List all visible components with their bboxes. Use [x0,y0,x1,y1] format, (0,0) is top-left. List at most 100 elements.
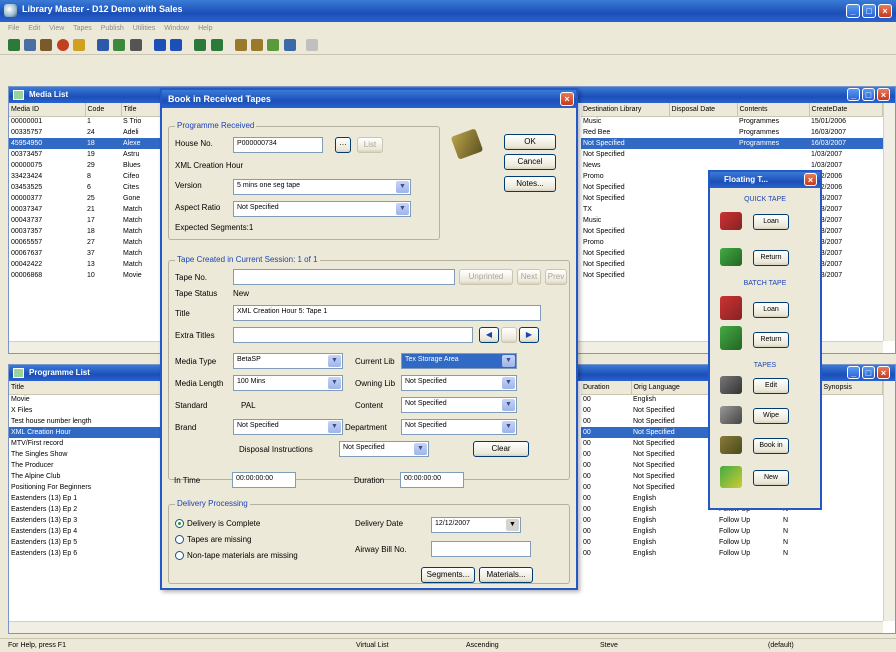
programme-row[interactable]: X Files [9,405,161,416]
col-code[interactable]: Code [85,103,122,117]
programme-list-hscrollbar[interactable] [9,621,883,633]
media-row[interactable]: 00065557 27 Match [9,237,161,248]
house-no-lookup-button[interactable]: … [335,137,351,153]
programme-row[interactable]: Positioning For Beginners [9,482,161,493]
programme-row[interactable]: Test house number length [9,416,161,427]
new-tape-icon[interactable] [283,39,296,51]
in-time-input[interactable]: 00:00:00:00 [232,472,296,488]
programme-row[interactable]: Eastenders (13) Ep 2 [9,504,161,515]
col-media-id[interactable]: Media ID [9,103,86,117]
col-programme-title[interactable]: Title [9,381,161,395]
content-select[interactable]: Not Specified ▼ [401,397,517,413]
return-icon[interactable] [170,39,183,51]
media-row[interactable]: 00373457 19 Astru [9,149,161,160]
col-contents[interactable]: Contents [737,103,810,117]
menu-utilities[interactable]: Utilities [133,25,156,32]
menu-help[interactable]: Help [198,25,212,32]
new-tape-button[interactable]: New [753,470,789,486]
list-icon[interactable] [129,39,142,51]
col-disposal-date[interactable]: Disposal Date [669,103,738,117]
maximize-button[interactable]: □ [862,4,876,18]
ok-button[interactable]: OK [504,134,556,150]
media-row[interactable]: 00037347 21 Match [9,204,161,215]
airway-bill-input[interactable] [431,541,531,557]
programme-list-scrollbar[interactable] [883,381,895,621]
media-row[interactable]: 45954950 18 Alexe [9,138,161,149]
menu-file[interactable]: File [8,25,19,32]
col-orig-language[interactable]: Orig Language [631,381,718,395]
media-row[interactable]: 00000075 29 Blues [9,160,161,171]
programme-list-minimize[interactable]: _ [847,366,860,379]
media-row[interactable]: 00042422 13 Match [9,259,161,270]
quick-loan-button[interactable]: Loan [753,214,789,230]
programme-row[interactable]: XML Creation Hour [9,427,161,438]
extra-titles-input[interactable] [233,327,473,343]
delivery-date-input[interactable]: 12/12/2007 ▼ [431,517,521,533]
batch-loan-button[interactable]: Loan [753,302,789,318]
batch-return-icon[interactable] [210,39,223,51]
media-list-maximize[interactable]: □ [862,88,875,101]
media-row[interactable]: Not Specified 1/03/2007 [581,149,883,160]
list-button[interactable]: List [357,137,383,153]
clear-button[interactable]: Clear [473,441,529,457]
media-type-select[interactable]: BetaSP ▼ [233,353,343,369]
close-button[interactable]: × [878,4,892,18]
house-no-input[interactable]: P000000734 [233,137,323,153]
disposal-select[interactable]: Not Specified ▼ [339,441,429,457]
minimize-button[interactable]: _ [846,4,860,18]
prev-button[interactable]: Prev [545,269,567,285]
media-list-minimize[interactable]: _ [847,88,860,101]
radio-nontape-missing[interactable]: Non-tape materials are missing [175,551,298,561]
programme-row[interactable]: Eastenders (13) Ep 1 [9,493,161,504]
programme-row[interactable]: 00 English Follow Up N [581,548,883,559]
extra-titles-next-button[interactable]: ▶ [519,327,539,343]
programme-list-close[interactable]: × [877,366,890,379]
media-row[interactable]: 33423424 8 Cifeo [9,171,161,182]
media-length-select[interactable]: 100 Mins ▼ [233,375,343,391]
cancel-button[interactable]: Cancel [504,154,556,170]
book-in-button[interactable]: Book in [753,438,789,454]
programme-row[interactable]: 00 English Follow Up N [581,526,883,537]
media-row[interactable]: 00335757 24 Adeli [9,127,161,138]
next-button[interactable]: Next [517,269,541,285]
menu-window[interactable]: Window [164,25,189,32]
tape-no-input[interactable] [233,269,455,285]
col-destination-library[interactable]: Destination Library [581,103,670,117]
media-row[interactable]: 00067637 37 Match [9,248,161,259]
radio-delivery-complete[interactable]: Delivery is Complete [175,519,260,529]
wipe-tape-button[interactable]: Wipe [753,408,789,424]
edit-tape-icon[interactable] [234,39,247,51]
current-lib-select[interactable]: Tex Storage Area ▼ [401,353,517,369]
tape-icon[interactable] [97,39,110,51]
brand-select[interactable]: Not Specified ▼ [233,419,343,435]
programme-row[interactable]: MTV/First record [9,438,161,449]
media-row[interactable]: 03453525 6 Cites [9,182,161,193]
print-icon[interactable] [24,39,37,51]
floating-close[interactable]: × [804,173,817,186]
media-list-scrollbar[interactable] [883,103,895,341]
unprinted-button[interactable]: Unprinted [459,269,513,285]
department-select[interactable]: Not Specified ▼ [401,419,517,435]
programme-row[interactable]: Eastenders (13) Ep 5 [9,537,161,548]
radio-tapes-missing[interactable]: Tapes are missing [175,535,251,545]
media-row[interactable]: 00006868 10 Movie [9,270,161,281]
media-list-close[interactable]: × [877,88,890,101]
media-row[interactable]: 00037357 18 Match [9,226,161,237]
media-row[interactable]: Not Specified Programmes 16/03/2007 [581,138,883,149]
programme-row[interactable]: Eastenders (13) Ep 3 [9,515,161,526]
programme-row[interactable]: 00 English Follow Up N [581,515,883,526]
edit-tape-button[interactable]: Edit [753,378,789,394]
media-row[interactable]: 00000377 25 Gone [9,193,161,204]
programme-row[interactable]: The Singles Show [9,449,161,460]
col-create-date[interactable]: CreateDate [809,103,883,117]
music-icon[interactable] [72,39,85,51]
notes-button[interactable]: Notes... [504,176,556,192]
loan-icon[interactable] [153,39,166,51]
extra-titles-blank-button[interactable] [501,327,517,343]
calendar-dropdown-icon[interactable]: ▼ [506,519,519,531]
materials-button[interactable]: Materials... [479,567,533,583]
version-select[interactable]: 5 mins one seg tape ▼ [233,179,411,195]
open-icon[interactable] [40,39,53,51]
programme-row[interactable]: The Producer [9,460,161,471]
batch-loan-icon[interactable] [194,39,207,51]
